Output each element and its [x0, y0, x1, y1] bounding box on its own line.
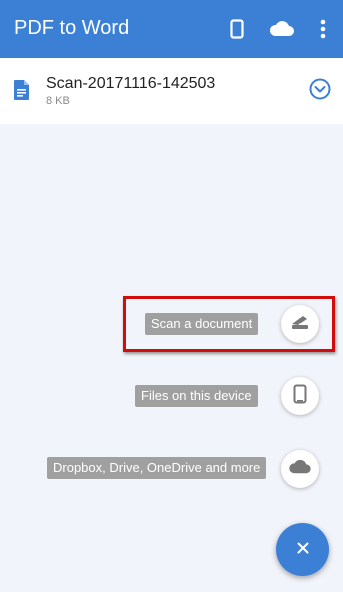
scan-document-label[interactable]: Scan a document [145, 313, 259, 335]
close-fab-button[interactable] [276, 523, 329, 576]
app-bar: PDF to Word [0, 0, 343, 58]
scan-document-button[interactable] [281, 305, 319, 343]
cloud-storage-button[interactable] [281, 450, 319, 488]
chevron-down-circle-icon[interactable] [309, 78, 331, 105]
more-vert-icon[interactable] [308, 14, 338, 44]
cloud-icon [288, 459, 312, 480]
app-title: PDF to Word [14, 17, 130, 39]
cloud-storage-label[interactable]: Dropbox, Drive, OneDrive and more [47, 457, 267, 479]
phone-icon [293, 384, 307, 409]
file-list-item[interactable]: Scan-20171116-142503 8 KB [0, 58, 343, 124]
phone-icon[interactable] [222, 14, 252, 44]
close-icon [297, 541, 309, 559]
file-name: Scan-20171116-142503 [46, 75, 216, 92]
file-size: 8 KB [46, 95, 70, 107]
files-on-device-label[interactable]: Files on this device [135, 385, 258, 407]
document-icon [13, 79, 31, 106]
scanner-icon [289, 313, 311, 336]
cloud-icon[interactable] [267, 14, 297, 44]
files-on-device-button[interactable] [281, 377, 319, 415]
